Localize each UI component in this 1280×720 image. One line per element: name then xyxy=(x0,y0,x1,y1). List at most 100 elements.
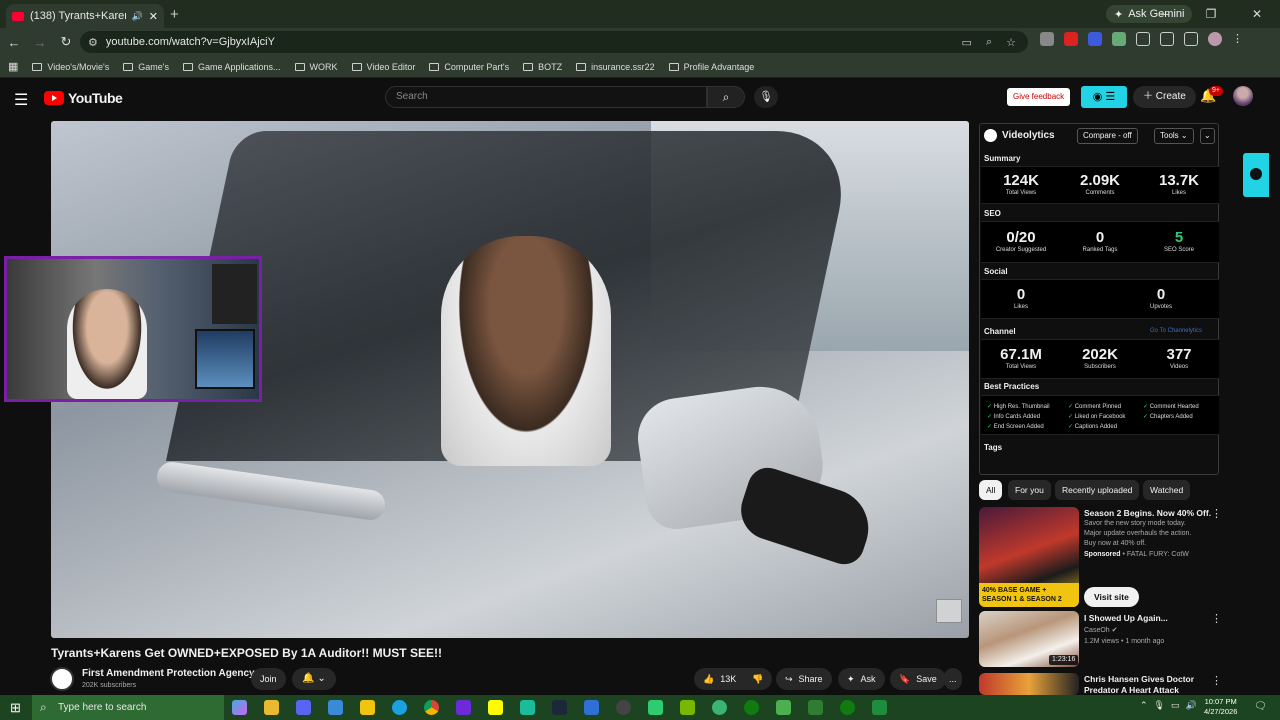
like-button[interactable]: 👍 13K 👎 xyxy=(694,668,773,690)
join-button[interactable]: Join xyxy=(251,668,286,690)
search-button[interactable]: ⌕ xyxy=(707,86,745,108)
tab-close-icon[interactable]: ✕ xyxy=(149,10,158,23)
more-actions-button[interactable]: ... xyxy=(944,668,962,690)
speaker-icon[interactable]: 🔊 xyxy=(132,11,143,22)
videolytics-side-tab[interactable] xyxy=(1243,153,1269,197)
media-icon[interactable] xyxy=(1184,32,1198,46)
nvidia-icon[interactable] xyxy=(680,700,695,715)
volume-icon[interactable]: 🔊 xyxy=(1186,700,1197,711)
chip-all[interactable]: All xyxy=(979,480,1003,500)
bookmark-folder[interactable]: BOTZ xyxy=(523,62,562,72)
forward-icon[interactable]: → xyxy=(28,35,52,50)
zoom-icon[interactable]: ⌕ xyxy=(986,36,992,49)
search-input[interactable]: Search xyxy=(385,86,707,108)
app-icon[interactable] xyxy=(872,700,887,715)
bookmark-star-icon[interactable]: ☆ xyxy=(1006,36,1016,49)
app-icon[interactable] xyxy=(520,700,535,715)
nzxt-icon[interactable] xyxy=(456,700,471,715)
collapse-chevron-icon[interactable]: ⌄ xyxy=(1200,128,1215,144)
channel-watermark[interactable] xyxy=(936,599,962,623)
close-window-button[interactable]: ✕ xyxy=(1234,0,1280,28)
more-options-icon[interactable]: ⋮ xyxy=(1211,507,1222,520)
bookmark-folder[interactable]: WORK xyxy=(294,62,338,72)
app-icon[interactable] xyxy=(712,700,727,715)
youtube-logo[interactable]: YouTube xyxy=(44,90,123,106)
extension-icon[interactable] xyxy=(1088,32,1102,46)
channel-avatar[interactable] xyxy=(50,667,74,691)
site-info-icon[interactable]: ⚙ xyxy=(88,36,98,49)
account-avatar[interactable] xyxy=(1233,86,1253,106)
network-icon[interactable]: ▭ xyxy=(1171,700,1180,711)
more-options-icon[interactable]: ⋮ xyxy=(1211,612,1222,625)
share-button[interactable]: ↪ Share xyxy=(776,668,832,690)
more-options-icon[interactable]: ⋮ xyxy=(1211,674,1222,687)
microphone-icon[interactable]: 🎙 xyxy=(1154,700,1165,711)
tools-dropdown[interactable]: Tools ⌄ xyxy=(1154,128,1194,144)
bookmark-folder[interactable]: Video Editor xyxy=(351,62,415,72)
give-feedback-button[interactable]: Give feedback xyxy=(1007,88,1071,106)
file-explorer-icon[interactable] xyxy=(264,700,279,715)
compare-toggle[interactable]: Compare - off xyxy=(1077,128,1138,144)
folder-icon[interactable] xyxy=(360,700,375,715)
videolytics-toggle-button[interactable]: ◉ ☰ xyxy=(1081,86,1127,108)
rec-title[interactable]: I Showed Up Again... xyxy=(1084,613,1168,623)
bookmark-folder[interactable]: insurance.ssr22 xyxy=(576,62,655,72)
ad-thumbnail[interactable]: 40% BASE GAME + SEASON 1 & SEASON 2 xyxy=(979,507,1079,607)
app-icon[interactable] xyxy=(648,700,663,715)
visit-site-button[interactable]: Visit site xyxy=(1084,587,1139,607)
bookmark-folder[interactable]: Profile Advantage xyxy=(668,62,754,72)
subscription-bell-button[interactable]: 🔔 ⌄ xyxy=(292,668,336,690)
copilot-icon[interactable] xyxy=(232,700,247,715)
go-to-channelytics-link[interactable]: Go To Channelytics xyxy=(1150,328,1202,334)
app-icon[interactable] xyxy=(328,700,343,715)
xbox-icon[interactable] xyxy=(840,700,855,715)
tray-chevron-icon[interactable]: ⌃ xyxy=(1140,700,1148,711)
cast-icon[interactable]: ▭ xyxy=(962,36,972,49)
minimize-button[interactable]: ─ xyxy=(1142,0,1188,28)
rec-channel[interactable]: CaseOh ✔ xyxy=(1084,626,1118,636)
discord-icon[interactable] xyxy=(296,700,311,715)
app-icon[interactable] xyxy=(616,700,631,715)
app-icon[interactable] xyxy=(584,700,599,715)
windows-start-icon[interactable]: ⊞ xyxy=(10,700,21,716)
bookmark-folder[interactable]: Computer Part's xyxy=(429,62,509,72)
taskbar-clock[interactable]: 10:07 PM 4/27/2026 xyxy=(1204,697,1237,717)
thumbs-down-icon[interactable]: 👎 xyxy=(752,668,763,690)
browser-tab[interactable]: (138) Tyrants+Karens Get O 🔊 ✕ xyxy=(6,4,164,28)
hamburger-menu-icon[interactable]: ☰ xyxy=(14,90,28,110)
sidepanel-icon[interactable] xyxy=(1160,32,1174,46)
chrome-icon[interactable] xyxy=(424,700,439,715)
app-icon[interactable] xyxy=(808,700,823,715)
ask-button[interactable]: ✦ Ask xyxy=(838,668,885,690)
apps-grid-icon[interactable]: ▦ xyxy=(8,60,18,73)
reload-icon[interactable]: ↻ xyxy=(54,34,78,50)
notification-center-icon[interactable]: 🗨 xyxy=(1254,701,1267,712)
voice-search-button[interactable]: 🎙 xyxy=(754,86,778,108)
rec-title[interactable]: Season 2 Begins. Now 40% Off. xyxy=(1084,508,1211,518)
extension-icon[interactable] xyxy=(1112,32,1126,46)
bookmark-folder[interactable]: Game Applications... xyxy=(182,62,281,72)
rec-title-line2[interactable]: Predator A Heart Attack xyxy=(1084,685,1179,695)
steam-icon[interactable] xyxy=(552,700,567,715)
xbox-icon[interactable] xyxy=(744,700,759,715)
back-icon[interactable]: ← xyxy=(2,35,26,50)
channel-name[interactable]: First Amendment Protection Agency xyxy=(82,668,255,679)
snapchat-icon[interactable] xyxy=(488,700,503,715)
bookmark-folder[interactable]: Game's xyxy=(123,62,169,72)
chip-recently-uploaded[interactable]: Recently uploaded xyxy=(1055,480,1140,500)
edge-icon[interactable] xyxy=(392,700,407,715)
profile-avatar[interactable] xyxy=(1208,32,1222,46)
address-bar[interactable]: ⚙ youtube.com/watch?v=GjbyxIAjciY ▭ ⌕ ☆ xyxy=(80,31,1028,53)
chip-watched[interactable]: Watched xyxy=(1143,480,1191,500)
taskbar-search-input[interactable]: Type here to search xyxy=(32,695,224,720)
restore-button[interactable]: ❐ xyxy=(1188,0,1234,28)
app-icon[interactable] xyxy=(776,700,791,715)
rec-title[interactable]: Chris Hansen Gives Doctor xyxy=(1084,674,1194,684)
save-button[interactable]: 🔖 Save xyxy=(890,668,946,690)
extensions-puzzle-icon[interactable] xyxy=(1136,32,1150,46)
rec-thumbnail[interactable] xyxy=(979,673,1079,695)
new-tab-button[interactable]: + xyxy=(170,6,179,23)
extension-icon[interactable] xyxy=(1040,32,1054,46)
bookmark-folder[interactable]: Video's/Movie's xyxy=(32,62,109,72)
browser-menu-icon[interactable]: ⋮ xyxy=(1232,32,1246,46)
